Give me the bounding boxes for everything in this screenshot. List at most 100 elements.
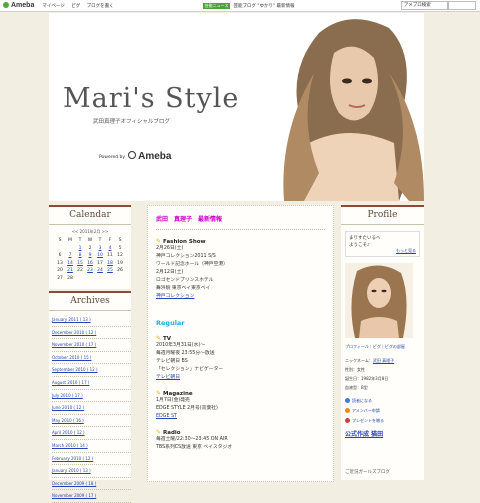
- bloodtype-row: 血液型：B型: [345, 385, 368, 390]
- archive-link[interactable]: February 2010 ( 12 ): [52, 453, 131, 466]
- ameba-topbar: Ameba マイページ ピグ ブログを書く 芸能ニュース 芸能ブログ "ゆかり"…: [0, 0, 480, 12]
- calendar-day: 5: [118, 245, 122, 251]
- blog-subtitle: 武田真理子オフィシャルブログ: [93, 119, 170, 125]
- nickname-link[interactable]: 武田 真理子: [373, 358, 394, 363]
- info-line: 舞浜駅 東京ベイ東京ベイ: [156, 286, 211, 291]
- amember-button[interactable]: アメンバー申請: [345, 406, 424, 416]
- profile-title: Profile: [341, 205, 424, 225]
- archive-link[interactable]: November 2009 ( 17 ): [52, 490, 131, 503]
- calendar-day: 27: [57, 275, 63, 281]
- archive-link[interactable]: June 2010 ( 12 ): [52, 402, 131, 415]
- calendar-day[interactable]: 15: [75, 261, 85, 269]
- info-line: 1月7日(金)発売: [156, 398, 190, 403]
- info-line: 2010年3月31日(水)～: [156, 343, 206, 348]
- calendar-day: [85, 276, 95, 284]
- calendar-day[interactable]: 1: [75, 246, 85, 254]
- amember-icon: [345, 408, 350, 413]
- calendar-day[interactable]: 14: [65, 261, 75, 269]
- calendar-day: 22: [77, 268, 83, 273]
- calendar-day[interactable]: 4: [105, 246, 115, 254]
- calendar-day[interactable]: 23: [85, 268, 95, 276]
- archive-link[interactable]: October 2010 ( 15 ): [52, 352, 131, 365]
- profile-links[interactable]: プロフィール｜ピグ｜ピグの部屋: [345, 344, 424, 350]
- calendar-day: 6: [58, 253, 62, 258]
- birthday-row: 誕生日：1982年3月8日: [345, 376, 389, 381]
- section-heading: ✎ Magazine: [156, 390, 193, 397]
- archives-box: Archives January 2011 ( 13 ) December 201…: [49, 291, 131, 503]
- nav-write-blog[interactable]: ブログを書く: [87, 4, 114, 9]
- archive-link[interactable]: September 2010 ( 12 ): [52, 364, 131, 377]
- reader-button[interactable]: 読者になる: [345, 396, 424, 406]
- calendar-day: 28: [67, 275, 73, 281]
- calendar-day[interactable]: 10: [95, 253, 105, 261]
- ameba-logo[interactable]: Ameba: [3, 2, 34, 9]
- calendar-day[interactable]: 3: [95, 246, 105, 254]
- archive-link[interactable]: August 2010 ( 17 ): [52, 377, 131, 390]
- info-line: TBS系列CS放送 東京 ベイスタジオ: [156, 445, 233, 450]
- archive-link[interactable]: May 2010 ( 16 ): [52, 415, 131, 428]
- profile-bottom-text: ご近況ガールズブログ: [345, 470, 390, 475]
- reader-icon: [345, 398, 350, 403]
- entry-title[interactable]: 武田 真理子 最新情報: [156, 214, 325, 230]
- blog-title[interactable]: Mari's Style: [63, 83, 239, 114]
- news-tag: 芸能ニュース: [202, 2, 231, 9]
- archive-link[interactable]: January 2011 ( 13 ): [52, 314, 131, 327]
- profile-intro: まりすたいるへ ようこそ♪ もっと見る: [345, 231, 420, 257]
- note-icon: ✎: [156, 429, 162, 436]
- calendar-day[interactable]: 16: [85, 261, 95, 269]
- calendar-day[interactable]: 8: [75, 253, 85, 261]
- search-input[interactable]: アメブロ検索: [401, 1, 448, 10]
- info-line: 「セレクション」ナビゲーター: [156, 367, 224, 372]
- weekday-label: F: [108, 238, 112, 243]
- info-line: ワールド記念ホール（神戸空港）: [156, 262, 228, 267]
- calendar-day[interactable]: 7: [65, 253, 75, 261]
- profile-more-link[interactable]: もっと見る: [396, 247, 416, 254]
- header-portrait-photo: [279, 13, 424, 201]
- calendar-day[interactable]: 9: [85, 253, 95, 261]
- present-button[interactable]: プレゼントを贈る: [345, 416, 424, 426]
- info-line: 毎週月曜夜 23:55分～放送: [156, 351, 215, 356]
- official-tag[interactable]: 公式作成 猫田: [345, 429, 424, 438]
- section-heading: ✎ Fashion Show: [156, 238, 206, 245]
- nav-pigg[interactable]: ピグ: [71, 4, 80, 9]
- calendar-day[interactable]: 21: [65, 268, 75, 276]
- calendar-day[interactable]: 24: [95, 268, 105, 276]
- tv-link[interactable]: テレビ朝日: [156, 374, 325, 382]
- news-headline[interactable]: 芸能ブログ "ゆかり" 最新情報: [233, 3, 294, 9]
- search-button[interactable]: [448, 1, 476, 10]
- weekday-label: T: [78, 238, 82, 243]
- fashion-show-link[interactable]: 神戸コレクション: [156, 293, 325, 301]
- magazine-link[interactable]: EDGE ST: [156, 413, 325, 421]
- calendar-day[interactable]: 25: [105, 268, 115, 276]
- calendar-day: 17: [97, 260, 103, 266]
- info-line: ロゴセンドプリンスホテル: [156, 278, 214, 283]
- powered-by-ameba[interactable]: Powered by Ameba: [99, 151, 171, 162]
- ameba-logo-icon: [3, 2, 9, 8]
- note-icon: ✎: [156, 335, 162, 342]
- calendar-day[interactable]: 18: [105, 261, 115, 269]
- archive-link[interactable]: March 2010 ( 14 ): [52, 440, 131, 453]
- archive-link[interactable]: November 2010 ( 17 ): [52, 339, 131, 352]
- archive-link[interactable]: July 2010 ( 17 ): [52, 390, 131, 403]
- calendar-day: [75, 276, 85, 284]
- nav-mypage[interactable]: マイページ: [42, 4, 64, 9]
- weekday-label: W: [87, 238, 93, 243]
- calendar-day: 26: [117, 268, 123, 273]
- archives-title: Archives: [49, 291, 131, 311]
- calendar-day: [55, 246, 65, 254]
- calendar-title: Calendar: [49, 205, 131, 225]
- regular-heading: Regular: [156, 319, 185, 327]
- archive-link[interactable]: January 2010 ( 13 ): [52, 465, 131, 478]
- archive-link[interactable]: December 2010 ( 12 ): [52, 327, 131, 340]
- profile-photo[interactable]: [345, 263, 413, 338]
- info-line: EDGE STYLE 2月号(双葉社): [156, 406, 218, 411]
- archive-link[interactable]: April 2010 ( 12 ): [52, 427, 131, 440]
- info-line: 毎週土曜/22:30～23:45 ON AIR: [156, 437, 228, 442]
- tv-section: ✎ TV 2010年3月31日(水)～ 毎週月曜夜 23:55分～放送 テレビ朝日…: [156, 335, 325, 382]
- calendar-day: [65, 246, 75, 254]
- info-line: 神戸コレクション2011 S/S: [156, 254, 216, 259]
- info-line: 2月12日(土): [156, 270, 184, 275]
- calendar-month-nav[interactable]: << 2011年2月 >>: [49, 229, 131, 235]
- main-entry: 武田 真理子 最新情報 ✎ Fashion Show 2月26日(土) 神戸コレク…: [147, 205, 334, 482]
- calendar-day: 11: [107, 253, 113, 258]
